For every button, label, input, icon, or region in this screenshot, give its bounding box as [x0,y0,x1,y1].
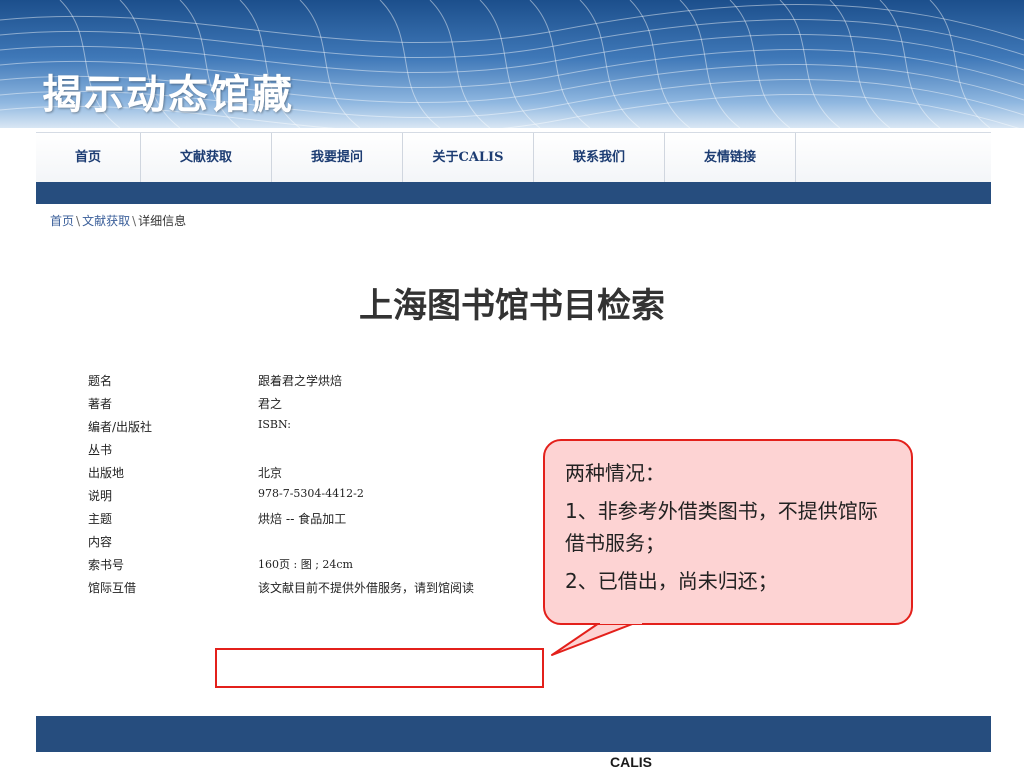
calis-logo: CALIS [610,754,652,768]
footer-bar [36,716,991,752]
callout-title: 两种情况： [565,461,665,485]
callout-pointer [551,620,641,656]
footer-strip: CALIS [36,752,991,768]
callout-line-1: 1、非参考外借类图书，不提供馆际借书服务； [565,499,878,555]
callout-note: 两种情况： 1、非参考外借类图书，不提供馆际借书服务； 2、已借出，尚未归还； [543,439,913,625]
callout-line-2: 2、已借出，尚未归还； [565,569,778,593]
